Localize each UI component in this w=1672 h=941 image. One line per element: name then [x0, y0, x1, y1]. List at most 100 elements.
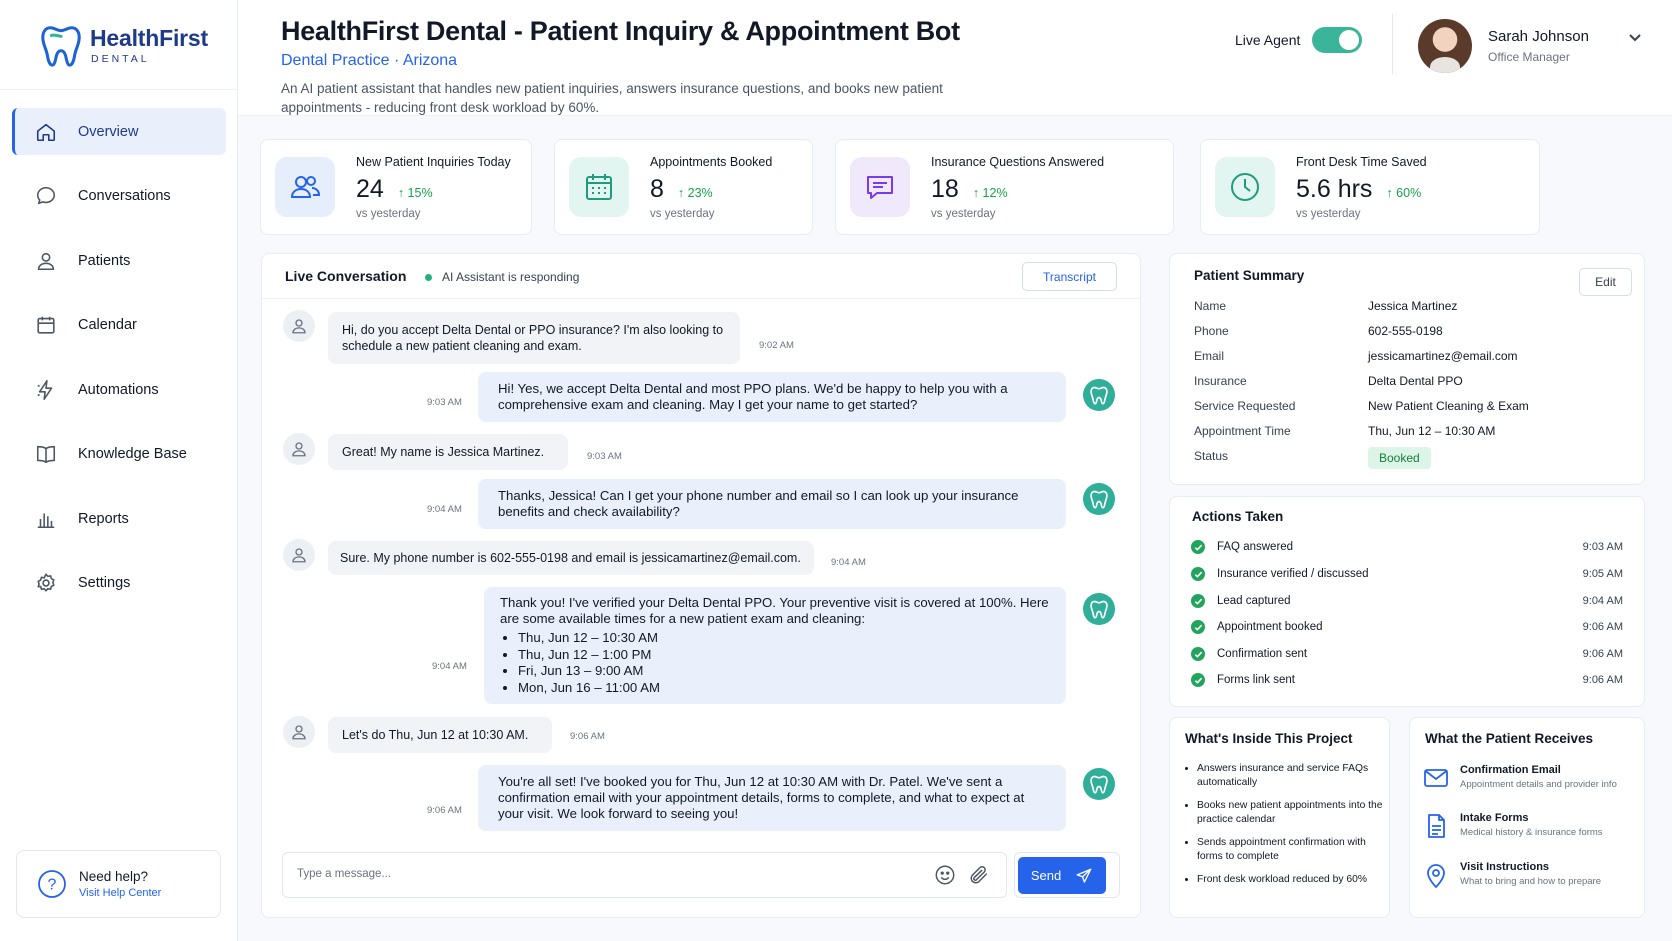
- bar-chart-icon: [34, 507, 58, 531]
- message-icon: [850, 157, 910, 217]
- stat-sub: vs yesterday: [650, 207, 715, 220]
- message-input[interactable]: Type a message...: [282, 852, 1007, 898]
- list-item: Front desk workload reduced by 60%: [1197, 873, 1385, 887]
- home-icon: [34, 120, 58, 144]
- message-time: 9:03 AM: [587, 451, 622, 462]
- edit-button[interactable]: Edit: [1579, 268, 1632, 296]
- patient-message: Sure. My phone number is 602-555-0198 an…: [328, 541, 814, 575]
- sidebar-item-overview[interactable]: Overview: [12, 108, 226, 155]
- action-item: Appointment booked 9:06 AM: [1191, 620, 1623, 634]
- stat-value: 18: [931, 174, 959, 203]
- document-icon: [1428, 814, 1445, 838]
- check-circle-icon: [1191, 594, 1205, 608]
- book-icon: [34, 442, 58, 466]
- bot-message: Hi! Yes, we accept Delta Dental and most…: [478, 372, 1066, 422]
- sidebar-item-label: Settings: [78, 575, 131, 591]
- check-circle-icon: [1191, 620, 1205, 634]
- action-time: 9:06 AM: [1582, 621, 1623, 633]
- appointment-option: Thu, Jun 12 – 1:00 PM: [518, 647, 1050, 664]
- stat-delta-value: 23%: [687, 185, 713, 200]
- tooth-logo-icon: [41, 26, 81, 67]
- message-time: 9:03 AM: [427, 397, 462, 408]
- receive-title: Visit Instructions: [1460, 861, 1550, 873]
- message-time: 9:06 AM: [427, 805, 462, 816]
- send-button[interactable]: Send: [1018, 857, 1106, 894]
- status-badge: Booked: [1368, 447, 1431, 469]
- help-card[interactable]: ? Need help? Visit Help Center: [16, 850, 221, 918]
- stat-value: 24: [356, 174, 384, 203]
- patient-avatar-icon: [283, 539, 315, 571]
- live-agent-control: Live Agent: [1235, 27, 1363, 53]
- page-header: HealthFirst Dental - Patient Inquiry & A…: [238, 0, 1672, 116]
- bot-tooth-icon: [1083, 379, 1115, 411]
- transcript-button[interactable]: Transcript: [1022, 262, 1117, 291]
- bot-message: Thank you! I've verified your Delta Dent…: [484, 587, 1066, 704]
- brand-logo[interactable]: HealthFirst DENTAL: [38, 22, 208, 68]
- receive-item: Confirmation Email Appointment details a…: [1422, 764, 1617, 792]
- field-value: 602-555-0198: [1368, 324, 1443, 338]
- actions-taken-card: Actions Taken FAQ answered 9:03 AM Insur…: [1169, 496, 1645, 707]
- live-agent-toggle[interactable]: [1312, 27, 1363, 53]
- receive-sub: Medical history & insurance forms: [1460, 827, 1603, 838]
- user-icon: [34, 249, 58, 273]
- check-circle-icon: [1191, 647, 1205, 661]
- paperclip-icon[interactable]: [968, 864, 990, 886]
- sidebar-item-knowledge-base[interactable]: Knowledge Base: [12, 431, 226, 478]
- lightning-icon: [34, 378, 58, 402]
- user-menu[interactable]: Sarah Johnson Office Manager: [1418, 19, 1589, 73]
- sidebar-item-automations[interactable]: Automations: [12, 366, 226, 413]
- action-label: Forms link sent: [1217, 674, 1295, 686]
- action-time: 9:06 AM: [1582, 674, 1623, 686]
- sidebar-item-label: Patients: [78, 252, 131, 269]
- message-time: 9:04 AM: [432, 661, 467, 672]
- action-time: 9:04 AM: [1582, 595, 1623, 607]
- sidebar-item-conversations[interactable]: Conversations: [12, 173, 226, 220]
- emoji-icon[interactable]: [934, 864, 956, 886]
- field-label: Phone: [1194, 324, 1229, 338]
- user-name: Sarah Johnson: [1488, 28, 1589, 45]
- whats-inside-card: What's Inside This Project Answers insur…: [1169, 717, 1390, 918]
- calendar-icon: [34, 313, 58, 337]
- message-time: 9:04 AM: [831, 557, 866, 568]
- patient-summary-title: Patient Summary: [1194, 268, 1305, 283]
- check-circle-icon: [1191, 540, 1205, 554]
- message-time: 9:06 AM: [570, 731, 605, 742]
- whats-inside-title: What's Inside This Project: [1185, 731, 1353, 746]
- page-title: HealthFirst Dental - Patient Inquiry & A…: [281, 16, 960, 46]
- stat-delta-value: 60%: [1396, 185, 1422, 200]
- sidebar-item-reports[interactable]: Reports: [12, 495, 226, 542]
- sidebar-item-calendar[interactable]: Calendar: [12, 302, 226, 349]
- receive-item: Intake Forms Medical history & insurance…: [1422, 812, 1603, 840]
- page-subtitle: Dental Practice · Arizona: [281, 52, 458, 69]
- bot-message: Thanks, Jessica! Can I get your phone nu…: [478, 479, 1066, 529]
- brand-sub: DENTAL: [91, 53, 150, 65]
- patient-message: Great! My name is Jessica Martinez.: [328, 434, 568, 470]
- appointment-option: Fri, Jun 13 – 9:00 AM: [518, 663, 1050, 680]
- patient-avatar-icon: [283, 310, 315, 342]
- appointment-option: Thu, Jun 12 – 10:30 AM: [518, 630, 1050, 647]
- field-value: Delta Dental PPO: [1368, 374, 1463, 388]
- sidebar-item-settings[interactable]: Settings: [12, 560, 226, 607]
- stat-delta-value: 15%: [407, 185, 433, 200]
- action-time: 9:05 AM: [1582, 568, 1623, 580]
- bot-message-text: Thank you! I've verified your Delta Dent…: [500, 595, 1049, 626]
- list-item: Answers insurance and service FAQs autom…: [1197, 762, 1385, 790]
- conversation-title: Live Conversation: [285, 268, 407, 284]
- send-icon: [1076, 868, 1092, 883]
- field-value: Thu, Jun 12 – 10:30 AM: [1368, 424, 1496, 438]
- patient-message: Let's do Thu, Jun 12 at 10:30 AM.: [328, 717, 552, 753]
- sidebar-item-patients[interactable]: Patients: [12, 237, 226, 284]
- patient-message: Hi, do you accept Delta Dental or PPO in…: [328, 312, 740, 364]
- chevron-down-icon[interactable]: [1628, 33, 1642, 43]
- live-agent-label: Live Agent: [1235, 32, 1301, 48]
- field-label: Status: [1194, 449, 1229, 463]
- list-item: Books new patient appointments into the …: [1197, 799, 1385, 827]
- stat-card-insurance: Insurance Questions Answered 18 ↑ 12% vs…: [835, 139, 1174, 235]
- appointment-option: Mon, Jun 16 – 11:00 AM: [518, 680, 1050, 697]
- stat-card-time-saved: Front Desk Time Saved 5.6 hrs ↑ 60% vs y…: [1200, 139, 1540, 235]
- patient-receives-title: What the Patient Receives: [1425, 731, 1594, 746]
- message-input-placeholder: Type a message...: [297, 868, 391, 880]
- help-center-link[interactable]: Visit Help Center: [79, 887, 161, 899]
- calendar-icon: [569, 157, 629, 217]
- action-time: 9:06 AM: [1582, 648, 1623, 660]
